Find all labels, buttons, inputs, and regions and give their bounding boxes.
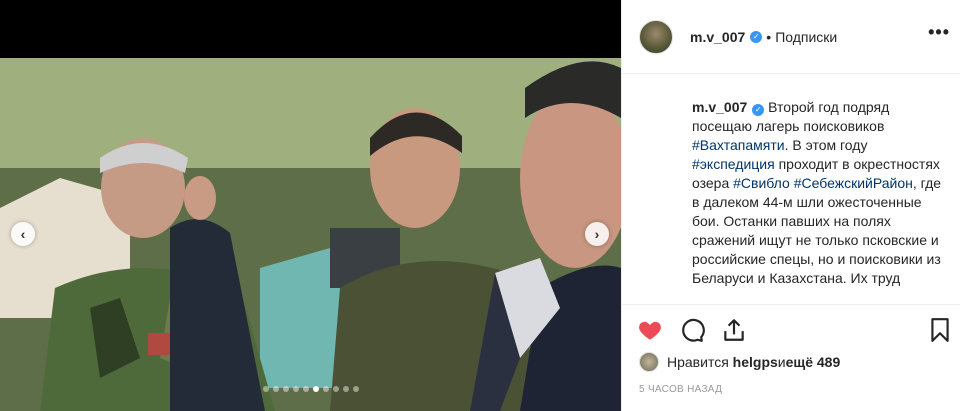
- action-bar: [622, 304, 960, 354]
- more-options-icon[interactable]: •••: [928, 23, 950, 41]
- comment-icon[interactable]: [679, 317, 705, 343]
- post-sidebar: m.v_007 ✓ • Подписки ••• m.v_007 ✓ Второй…: [621, 0, 960, 411]
- likes-prefix: Нравится: [667, 354, 729, 370]
- carousel-dot: [272, 386, 279, 392]
- hashtag-link[interactable]: #экспедиция: [692, 156, 775, 172]
- verified-badge-icon: ✓: [752, 103, 765, 116]
- carousel-dot: [342, 386, 349, 392]
- post-photo[interactable]: ‹ ›: [0, 58, 621, 411]
- hashtag-link[interactable]: #Вахтапамяти: [692, 137, 785, 153]
- post-header: m.v_007 ✓ • Подписки •••: [622, 0, 960, 74]
- post-timestamp[interactable]: 5 ЧАСОВ НАЗАД: [639, 384, 722, 395]
- liker-username[interactable]: helgps: [733, 354, 778, 370]
- likes-count[interactable]: ещё 489: [786, 354, 841, 370]
- carousel-dot: [262, 386, 269, 392]
- share-icon[interactable]: [721, 317, 747, 343]
- carousel-dot: [282, 386, 289, 392]
- username[interactable]: m.v_007: [690, 29, 745, 45]
- caption-text: . В этом году: [784, 137, 868, 153]
- likes-row: Нравится helgps и ещё 489: [639, 352, 840, 372]
- carousel-next-button[interactable]: ›: [585, 222, 609, 246]
- carousel-dot: [332, 386, 339, 392]
- caption-text: , где в далеком 44-м шли ожесточенные бо…: [692, 175, 942, 286]
- post: ‹ › m.v_007 ✓ • Подписки ••• m.v_007 ✓ Вт…: [0, 0, 960, 411]
- carousel-dot: [352, 386, 359, 392]
- verified-badge-icon: ✓: [750, 30, 763, 43]
- carousel-dots: [0, 386, 621, 392]
- carousel-dot: [302, 386, 309, 392]
- bookmark-icon[interactable]: [927, 317, 953, 343]
- liker-avatar[interactable]: [639, 352, 659, 372]
- carousel-dot: [322, 386, 329, 392]
- post-media: ‹ ›: [0, 0, 621, 411]
- photo-illustration: [0, 58, 621, 411]
- hashtag-link[interactable]: #СебежскийРайон: [794, 175, 913, 191]
- carousel-dot: [292, 386, 299, 392]
- carousel-dot: [312, 386, 319, 392]
- likes-middle: и: [777, 354, 786, 370]
- carousel-prev-button[interactable]: ‹: [11, 222, 35, 246]
- heart-icon[interactable]: [637, 317, 663, 343]
- hashtag-link[interactable]: #Свибло: [733, 175, 790, 191]
- separator-dot: •: [766, 28, 772, 45]
- caption-username[interactable]: m.v_007: [692, 99, 747, 115]
- post-caption: m.v_007 ✓ Второй год подряд посещаю лагер…: [692, 98, 942, 303]
- following-button[interactable]: Подписки: [775, 29, 837, 45]
- avatar[interactable]: [639, 19, 673, 54]
